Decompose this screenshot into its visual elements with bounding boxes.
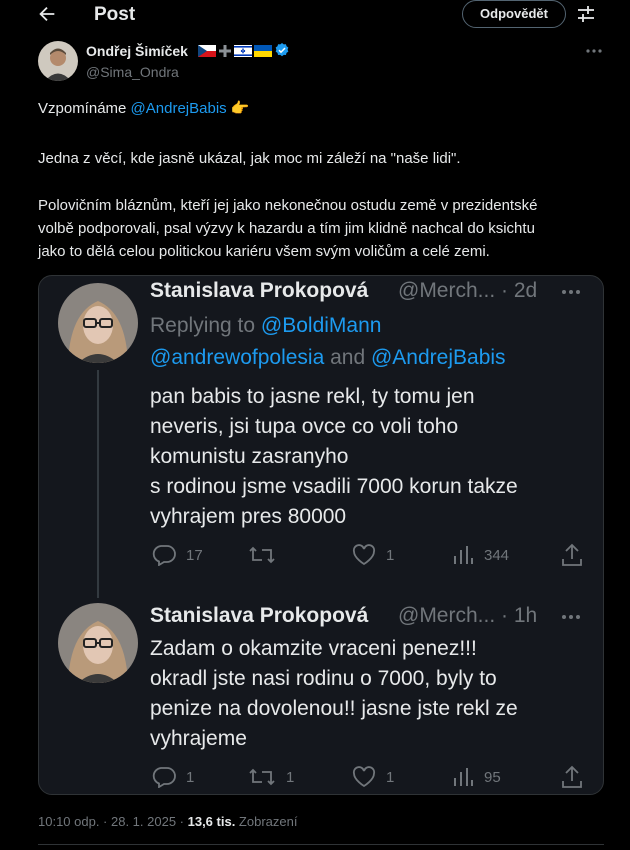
replying-mention: @AndrejBabis — [370, 346, 506, 369]
quoted-user-meta: @Merch... · 2d — [398, 279, 538, 302]
analytics-icon — [452, 544, 474, 566]
post-paragraph-3-line-3: jako to dělá celou politickou kariéru vš… — [38, 243, 490, 260]
quoted-line: neveris, jsi tupa ovce co voli toho — [150, 415, 459, 438]
author-name[interactable]: Ondřej Šimíček — [86, 43, 188, 59]
quoted-line: s rodinou jsme vsadili 7000 korun takze — [150, 475, 518, 498]
divider — [38, 844, 604, 845]
page-title: Post — [94, 4, 136, 25]
replying-label: Replying to — [150, 314, 256, 337]
post-paragraph-3-line-2: volbě podporovali, psal výzvy k hazardu … — [38, 220, 535, 237]
quoted-user-meta: @Merch... · 1h — [398, 604, 538, 627]
quoted-like-stat: 1 — [352, 544, 394, 566]
quoted-more-icon — [560, 281, 582, 303]
more-options-icon[interactable] — [585, 42, 603, 60]
israel-flag-icon — [234, 44, 252, 57]
reply-settings-icon[interactable] — [576, 4, 596, 24]
quoted-line: komunistu zasranyho — [150, 445, 349, 468]
post-paragraph-3-line-1: Polovičním bláznům, kteří jej jako nekon… — [38, 197, 538, 214]
retweet-icon — [248, 544, 276, 566]
plus-icon — [218, 44, 232, 57]
quoted-reply-stat: 1 — [152, 766, 194, 788]
quoted-views-stat: 344 — [452, 544, 509, 566]
quoted-line: okradl jste nasi rodinu o 7000, byly to — [150, 667, 497, 690]
post-line-1: Vzpomínáme @AndrejBabis 👉 — [38, 98, 598, 119]
quoted-retweet-stat — [248, 544, 286, 566]
heart-icon — [352, 544, 376, 566]
post-timestamp[interactable]: 10:10 odp. · 28. 1. 2025 · — [38, 814, 188, 829]
quoted-line: Zadam o okamzite vraceni penez!!! — [150, 637, 477, 660]
like-count: 1 — [386, 768, 395, 786]
author-handle[interactable]: @Sima_Ondra — [86, 64, 179, 80]
retweet-count: 1 — [286, 768, 295, 786]
pointing-emoji: 👉 — [230, 100, 250, 117]
reply-icon — [152, 766, 176, 788]
post-paragraph-2: Jedna z věcí, kde jasně ukázal, jak moc … — [38, 150, 461, 167]
verified-badge-icon — [274, 42, 290, 58]
like-count: 1 — [386, 546, 395, 564]
czech-flag-icon — [198, 44, 216, 57]
quoted-user-name: Stanislava Prokopová — [150, 604, 369, 627]
quoted-user-avatar — [58, 283, 138, 363]
quoted-line: vyhrajem pres 80000 — [150, 505, 347, 528]
share-icon — [561, 765, 583, 794]
replying-mention: @BoldiMann — [260, 314, 382, 337]
retweet-icon — [248, 766, 276, 788]
reply-button[interactable]: Odpovědět — [462, 0, 566, 28]
quoted-views-stat: 95 — [452, 766, 501, 788]
replying-to: Replying to @BoldiMann @andrewofpolesia … — [150, 310, 590, 374]
replying-mention: @andrewofpolesia — [150, 346, 325, 369]
analytics-icon — [452, 766, 474, 788]
post-metadata: 10:10 odp. · 28. 1. 2025 · 13,6 tis. Zob… — [38, 814, 297, 829]
quoted-tweet-text: pan babis to jasne rekl, ty tomu jen nev… — [150, 382, 590, 532]
quoted-tweet-text: Zadam o okamzite vraceni penez!!! okradl… — [150, 634, 590, 754]
reply-count: 17 — [186, 546, 203, 564]
replying-and: and — [324, 346, 371, 369]
quoted-line: pan babis to jasne rekl, ty tomu jen — [150, 385, 475, 408]
reply-count: 1 — [186, 768, 195, 786]
quoted-reply-stat: 17 — [152, 544, 203, 566]
views-count: 13,6 tis. — [187, 814, 236, 829]
quoted-line: penize na dovolenou!! jasne jste rekl ze — [150, 697, 518, 720]
reply-icon — [152, 544, 176, 566]
author-flags — [198, 42, 290, 58]
quoted-retweet-stat: 1 — [248, 766, 294, 788]
quoted-user-name: Stanislava Prokopová — [150, 279, 369, 302]
view-count: 95 — [484, 768, 501, 786]
view-count: 344 — [484, 546, 510, 564]
quoted-line: vyhrajeme — [150, 727, 247, 750]
quoted-user-avatar — [58, 603, 138, 683]
views-label: Zobrazení — [235, 814, 298, 829]
quoted-more-icon — [560, 606, 582, 628]
back-arrow-icon[interactable] — [36, 3, 58, 25]
ukraine-flag-icon — [254, 44, 272, 57]
thread-connector — [97, 370, 99, 598]
quoted-like-stat: 1 — [352, 766, 394, 788]
author-avatar[interactable] — [38, 41, 78, 81]
post-text-prefix: Vzpomínáme — [38, 100, 131, 117]
heart-icon — [352, 766, 376, 788]
share-icon — [561, 543, 583, 572]
mention-link[interactable]: @AndrejBabis — [131, 100, 227, 117]
